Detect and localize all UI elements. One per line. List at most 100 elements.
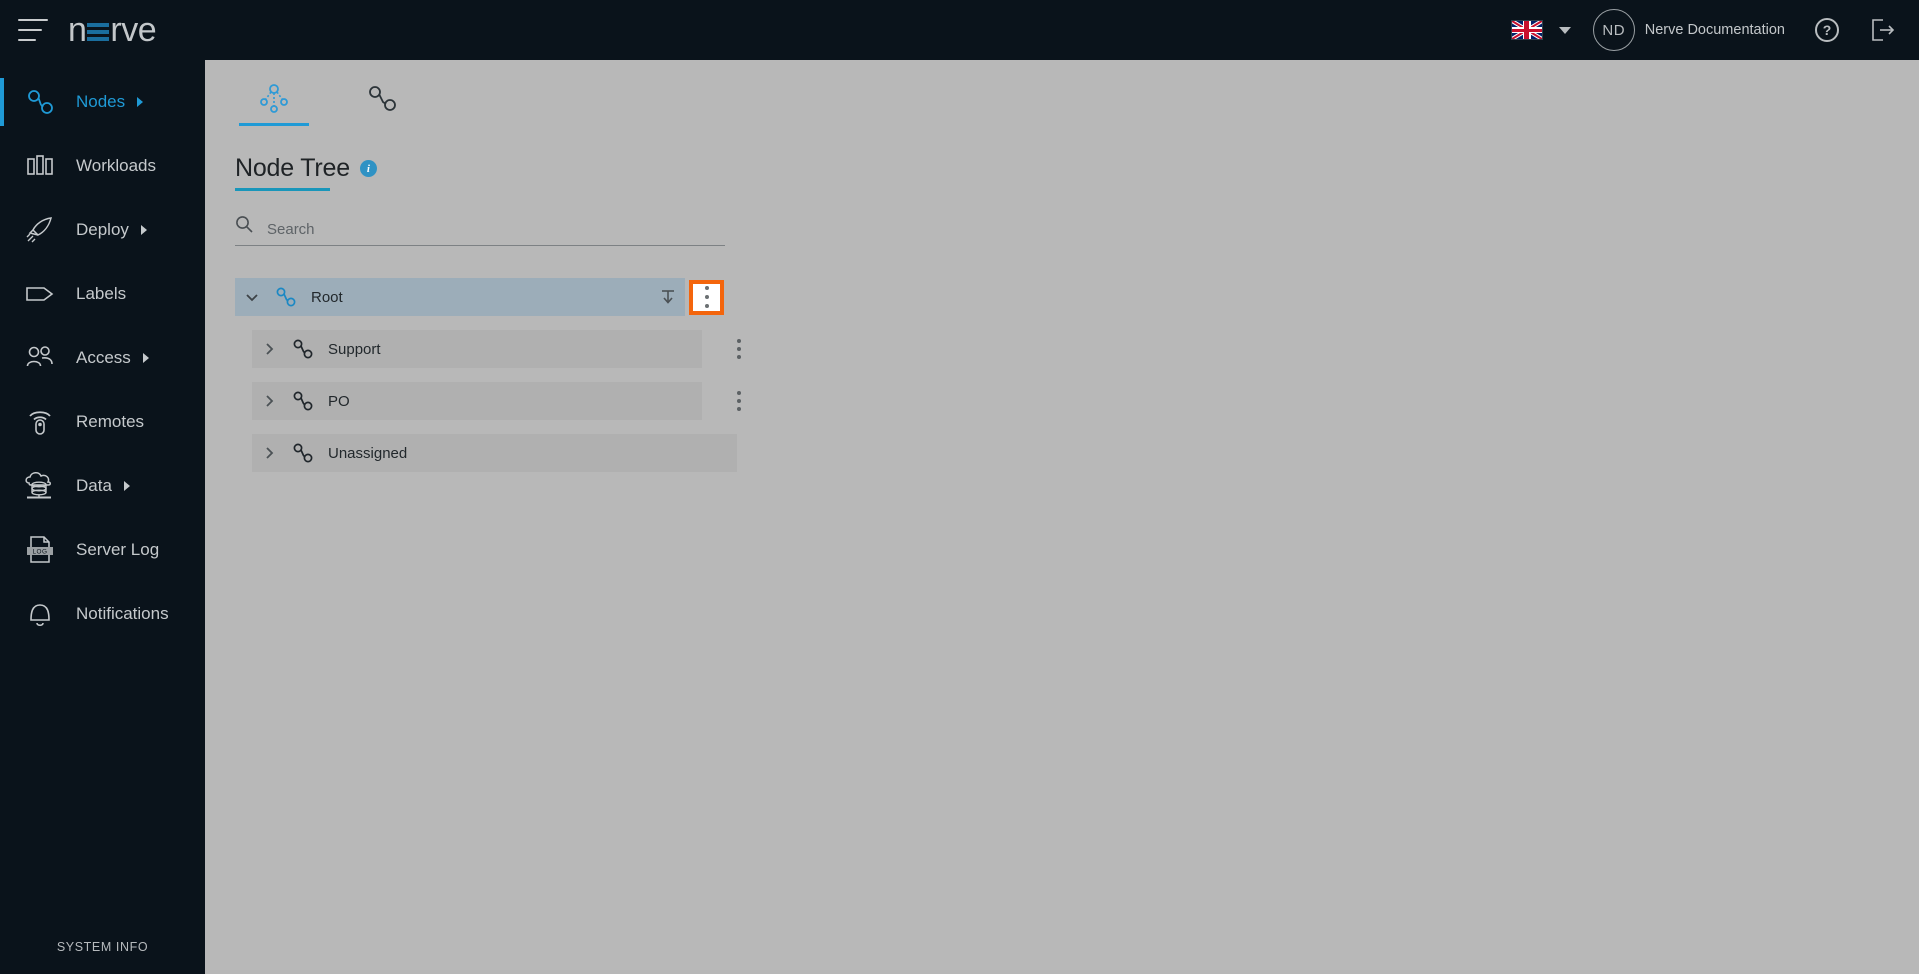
users-icon [18, 338, 62, 378]
search-input[interactable] [267, 221, 725, 238]
kebab-dot [704, 304, 709, 308]
nerve-logo[interactable]: n rve [68, 0, 157, 60]
page-title-underline [235, 188, 330, 191]
main-content: Node Tree i Search Root Support PO Unass… [205, 60, 1919, 974]
kebab-dot [737, 391, 741, 395]
sidebar-item-labels[interactable]: Labels [0, 262, 205, 326]
tree-row-label: Unassigned [328, 444, 408, 462]
sidebar-item-data[interactable]: Data [0, 454, 205, 518]
chevron-down-icon[interactable] [235, 289, 269, 305]
tree-row-body[interactable]: PO [252, 382, 702, 420]
language-chevron-down-icon[interactable] [1558, 26, 1571, 34]
tree-row-body[interactable]: Unassigned [252, 434, 737, 472]
search-icon [235, 215, 253, 238]
sidebar-item-notifications[interactable]: Notifications [0, 582, 205, 646]
tree-row-label: Root [311, 288, 343, 306]
chevron-right-icon [123, 481, 130, 491]
active-accent-bar [0, 142, 4, 190]
page-title-container: Node Tree i [205, 154, 377, 183]
tab-active-underline [347, 123, 417, 126]
kebab-dot [704, 286, 709, 290]
page-title: Node Tree [235, 154, 350, 182]
chevron-right-icon [137, 97, 144, 107]
kebab-dot [737, 347, 741, 351]
sidebar-item-label: Labels [76, 284, 127, 303]
tree-row-support: Support [205, 330, 1919, 368]
page-title-row: Node Tree i [235, 154, 377, 183]
logo-text: n rve [68, 11, 157, 49]
tree-row-body[interactable]: Root [235, 278, 685, 316]
uk-flag-icon[interactable] [1510, 20, 1543, 40]
row-menu-button[interactable] [689, 279, 724, 315]
sidebar-item-label: Remotes [76, 412, 145, 431]
logo-text-prefix: n [68, 11, 87, 49]
sidebar-item-label: Nodes [76, 92, 126, 111]
sidebar-item-server-log[interactable]: LOG Server Log [0, 518, 205, 582]
sidebar-item-label: Data [76, 476, 112, 495]
node-link-icon [365, 82, 399, 119]
node-tree-icon-blue [269, 286, 303, 308]
active-accent-bar [0, 590, 4, 638]
tab-node-list[interactable] [343, 74, 421, 126]
node-tree-icon [18, 82, 62, 122]
row-menu-wrapper [728, 332, 750, 366]
sidebar-item-workloads[interactable]: Workloads [0, 134, 205, 198]
active-accent-bar [0, 270, 4, 318]
tree-row-unassigned: Unassigned [205, 434, 1919, 472]
bell-icon [18, 594, 62, 634]
active-accent-bar [0, 526, 4, 574]
logo-e-bar [87, 30, 110, 34]
row-menu-button[interactable] [728, 384, 750, 418]
sidebar: Nodes Workloads Deploy Labels Access Rem… [0, 60, 205, 974]
kebab-dot [737, 407, 741, 411]
import-download-icon[interactable] [651, 288, 685, 306]
top-bar: n rve ND Nerve Documentation ? [0, 0, 1919, 60]
node-tree: Root Support PO Unassigned [205, 278, 1919, 472]
active-accent-bar [0, 398, 4, 446]
log-file-icon: LOG [18, 530, 62, 570]
node-tree-icon-dark [286, 338, 320, 360]
sidebar-nav: Nodes Workloads Deploy Labels Access Rem… [0, 60, 205, 646]
svg-text:LOG: LOG [33, 548, 48, 555]
kebab-dot [737, 339, 741, 343]
sidebar-item-label: Notifications [76, 604, 169, 623]
sidebar-item-label: Server Log [76, 540, 160, 559]
row-menu-button[interactable] [728, 332, 750, 366]
avatar[interactable]: ND [1592, 9, 1635, 51]
logo-e-bars-icon [87, 23, 110, 41]
tree-row-root: Root [205, 278, 1919, 316]
user-name-label: Nerve Documentation [1644, 22, 1785, 38]
chevron-right-icon [142, 353, 149, 363]
row-menu-wrapper [728, 384, 750, 418]
info-icon[interactable]: i [359, 160, 377, 177]
search-bar [235, 215, 725, 246]
sidebar-item-nodes[interactable]: Nodes [0, 70, 205, 134]
tag-icon [18, 274, 62, 314]
chevron-right-icon[interactable] [252, 445, 286, 461]
sidebar-item-remotes[interactable]: Remotes [0, 390, 205, 454]
sidebar-item-label: Deploy [76, 220, 129, 239]
kebab-dot [737, 355, 741, 359]
kebab-dot [704, 295, 709, 299]
remote-icon [18, 402, 62, 442]
hamburger-line [18, 29, 42, 31]
system-info-link[interactable]: SYSTEM INFO [0, 940, 205, 954]
sidebar-item-access[interactable]: Access [0, 326, 205, 390]
help-icon[interactable]: ? [1815, 18, 1839, 42]
active-accent-bar [0, 334, 4, 382]
tree-row-body[interactable]: Support [252, 330, 702, 368]
tab-node-tree[interactable] [235, 74, 313, 126]
topbar-right-group: ND Nerve Documentation ? [1510, 0, 1919, 60]
tree-row-label: PO [328, 392, 350, 410]
content-tabs [205, 60, 1919, 126]
hierarchy-tree-icon [257, 82, 291, 119]
sidebar-item-deploy[interactable]: Deploy [0, 198, 205, 262]
hamburger-menu-icon[interactable] [18, 19, 48, 41]
tab-active-underline [239, 123, 309, 126]
logout-icon[interactable] [1869, 17, 1895, 43]
rocket-icon [18, 210, 62, 250]
chevron-right-icon[interactable] [252, 341, 286, 357]
chevron-right-icon[interactable] [252, 393, 286, 409]
cloud-data-icon [18, 466, 62, 506]
sidebar-item-label: Access [76, 348, 131, 367]
